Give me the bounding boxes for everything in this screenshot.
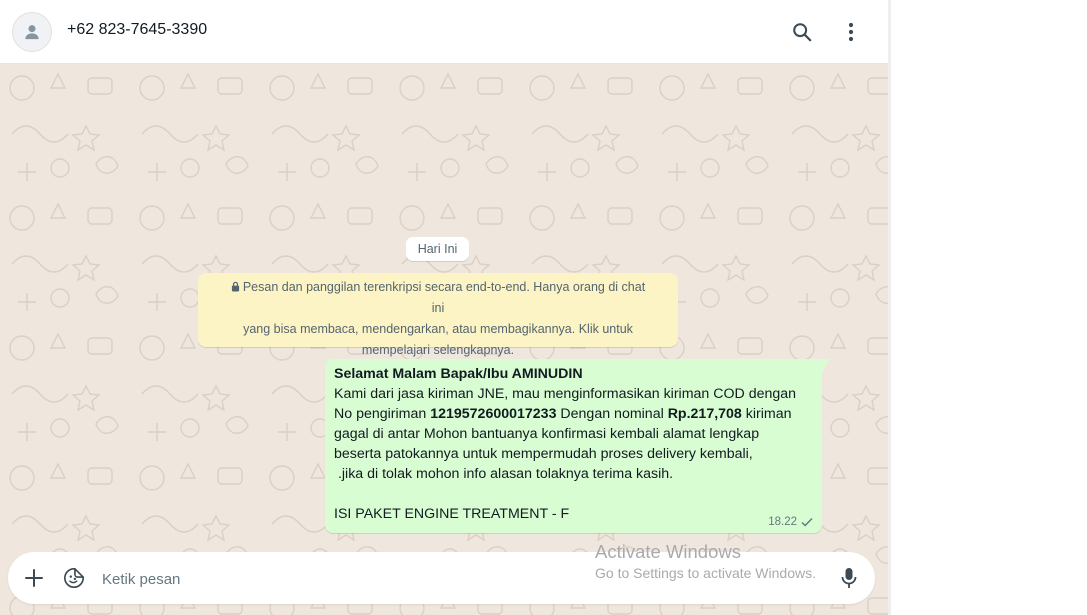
attach-button[interactable] xyxy=(21,565,47,591)
search-icon xyxy=(793,23,812,42)
contact-avatar[interactable] xyxy=(12,12,52,52)
tracking-number: 1219572600017233 xyxy=(430,406,557,422)
sticker-button[interactable] xyxy=(61,565,87,591)
encryption-notice[interactable]: Pesan dan panggilan terenkripsi secara e… xyxy=(198,273,678,357)
mic-icon xyxy=(841,568,857,588)
bubble-tail xyxy=(822,359,830,372)
date-divider: Hari Ini xyxy=(406,237,469,261)
chat-header: +62 823-7645-3390 xyxy=(0,0,888,64)
lock-icon xyxy=(231,281,239,292)
message-meta: 18.22 xyxy=(768,516,813,528)
chat-app: +62 823-7645-3390 Hari Ini Pesan dan pan… xyxy=(0,0,888,615)
encryption-notice-line: yang bisa membaca, mendengarkan, atau me… xyxy=(243,322,633,336)
contact-name[interactable]: +62 823-7645-3390 xyxy=(67,21,207,39)
encryption-notice-line: mempelajari selengkapnya. xyxy=(361,343,515,357)
cod-amount: Rp.217,708 xyxy=(667,406,742,422)
message-greeting: Selamat Malam Bapak/Ibu AMINUDIN xyxy=(334,366,583,382)
message-line: beserta patokannya untuk mempermudah pro… xyxy=(334,446,753,462)
encryption-notice-line: Pesan dan panggilan terenkripsi secara e… xyxy=(228,277,648,319)
sticker-icon xyxy=(64,568,84,588)
message-line: ISI PAKET ENGINE TREATMENT - F xyxy=(334,506,570,522)
voice-button[interactable] xyxy=(836,565,862,591)
sent-check-icon xyxy=(801,517,813,527)
outgoing-message[interactable]: Selamat Malam Bapak/Ibu AMINUDIN Kami da… xyxy=(325,359,830,533)
message-time: 18.22 xyxy=(768,516,797,528)
message-line: Kami dari jasa kiriman JNE, mau menginfo… xyxy=(334,386,797,402)
message-line: No pengiriman 1219572600017233 Dengan no… xyxy=(334,406,792,422)
pane-divider xyxy=(888,0,891,615)
menu-button[interactable] xyxy=(837,18,865,46)
chat-area[interactable]: Hari Ini Pesan dan panggilan terenkripsi… xyxy=(0,64,888,615)
message-line: .jika di tolak mohon info alasan tolakny… xyxy=(334,466,674,482)
plus-icon xyxy=(25,569,43,587)
message-composer xyxy=(8,552,875,606)
message-input[interactable] xyxy=(100,552,824,606)
search-button[interactable] xyxy=(788,18,816,46)
menu-dots-icon xyxy=(848,22,854,42)
message-line: gagal di antar Mohon bantuanya konfirmas… xyxy=(334,426,760,442)
message-text: Selamat Malam Bapak/Ibu AMINUDIN Kami da… xyxy=(334,364,813,524)
default-avatar-icon xyxy=(25,25,39,40)
